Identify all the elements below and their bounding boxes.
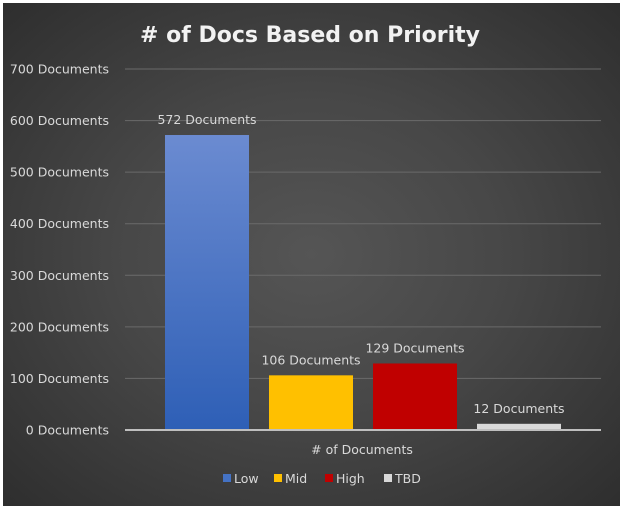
legend-label-mid[interactable]: Mid (285, 471, 307, 486)
y-tick-label: 0 Documents (26, 423, 109, 438)
y-tick-label: 600 Documents (10, 113, 109, 128)
bars (165, 135, 561, 431)
y-tick-label: 100 Documents (10, 371, 109, 386)
legend-swatch-tbd (384, 474, 392, 482)
y-axis-ticks: 0 Documents 100 Documents 200 Documents 300… (10, 62, 109, 438)
y-tick-label: 300 Documents (10, 268, 109, 283)
y-tick-label: 200 Documents (10, 319, 109, 334)
legend-swatch-high (325, 474, 333, 482)
x-axis-category-label: # of Documents (311, 442, 413, 457)
legend-label-tbd[interactable]: TBD (394, 471, 421, 486)
legend: Low Mid High TBD (223, 471, 421, 486)
data-label-tbd: 12 Documents (473, 401, 564, 416)
bar-low[interactable] (165, 135, 249, 431)
data-label-high: 129 Documents (365, 340, 464, 355)
legend-label-high[interactable]: High (336, 471, 365, 486)
bar-chart: # of Docs Based on Priority 0 Documents 1… (10, 23, 601, 486)
legend-label-low[interactable]: Low (234, 471, 259, 486)
bar-high[interactable] (373, 363, 457, 430)
bar-mid[interactable] (269, 375, 353, 430)
data-label-mid: 106 Documents (261, 352, 360, 367)
legend-swatch-low (223, 474, 231, 482)
legend-swatch-mid (274, 474, 282, 482)
y-tick-label: 400 Documents (10, 216, 109, 231)
chart-title: # of Docs Based on Priority (140, 23, 480, 48)
y-tick-label: 700 Documents (10, 62, 109, 77)
data-label-low: 572 Documents (157, 112, 256, 127)
y-tick-label: 500 Documents (10, 165, 109, 180)
